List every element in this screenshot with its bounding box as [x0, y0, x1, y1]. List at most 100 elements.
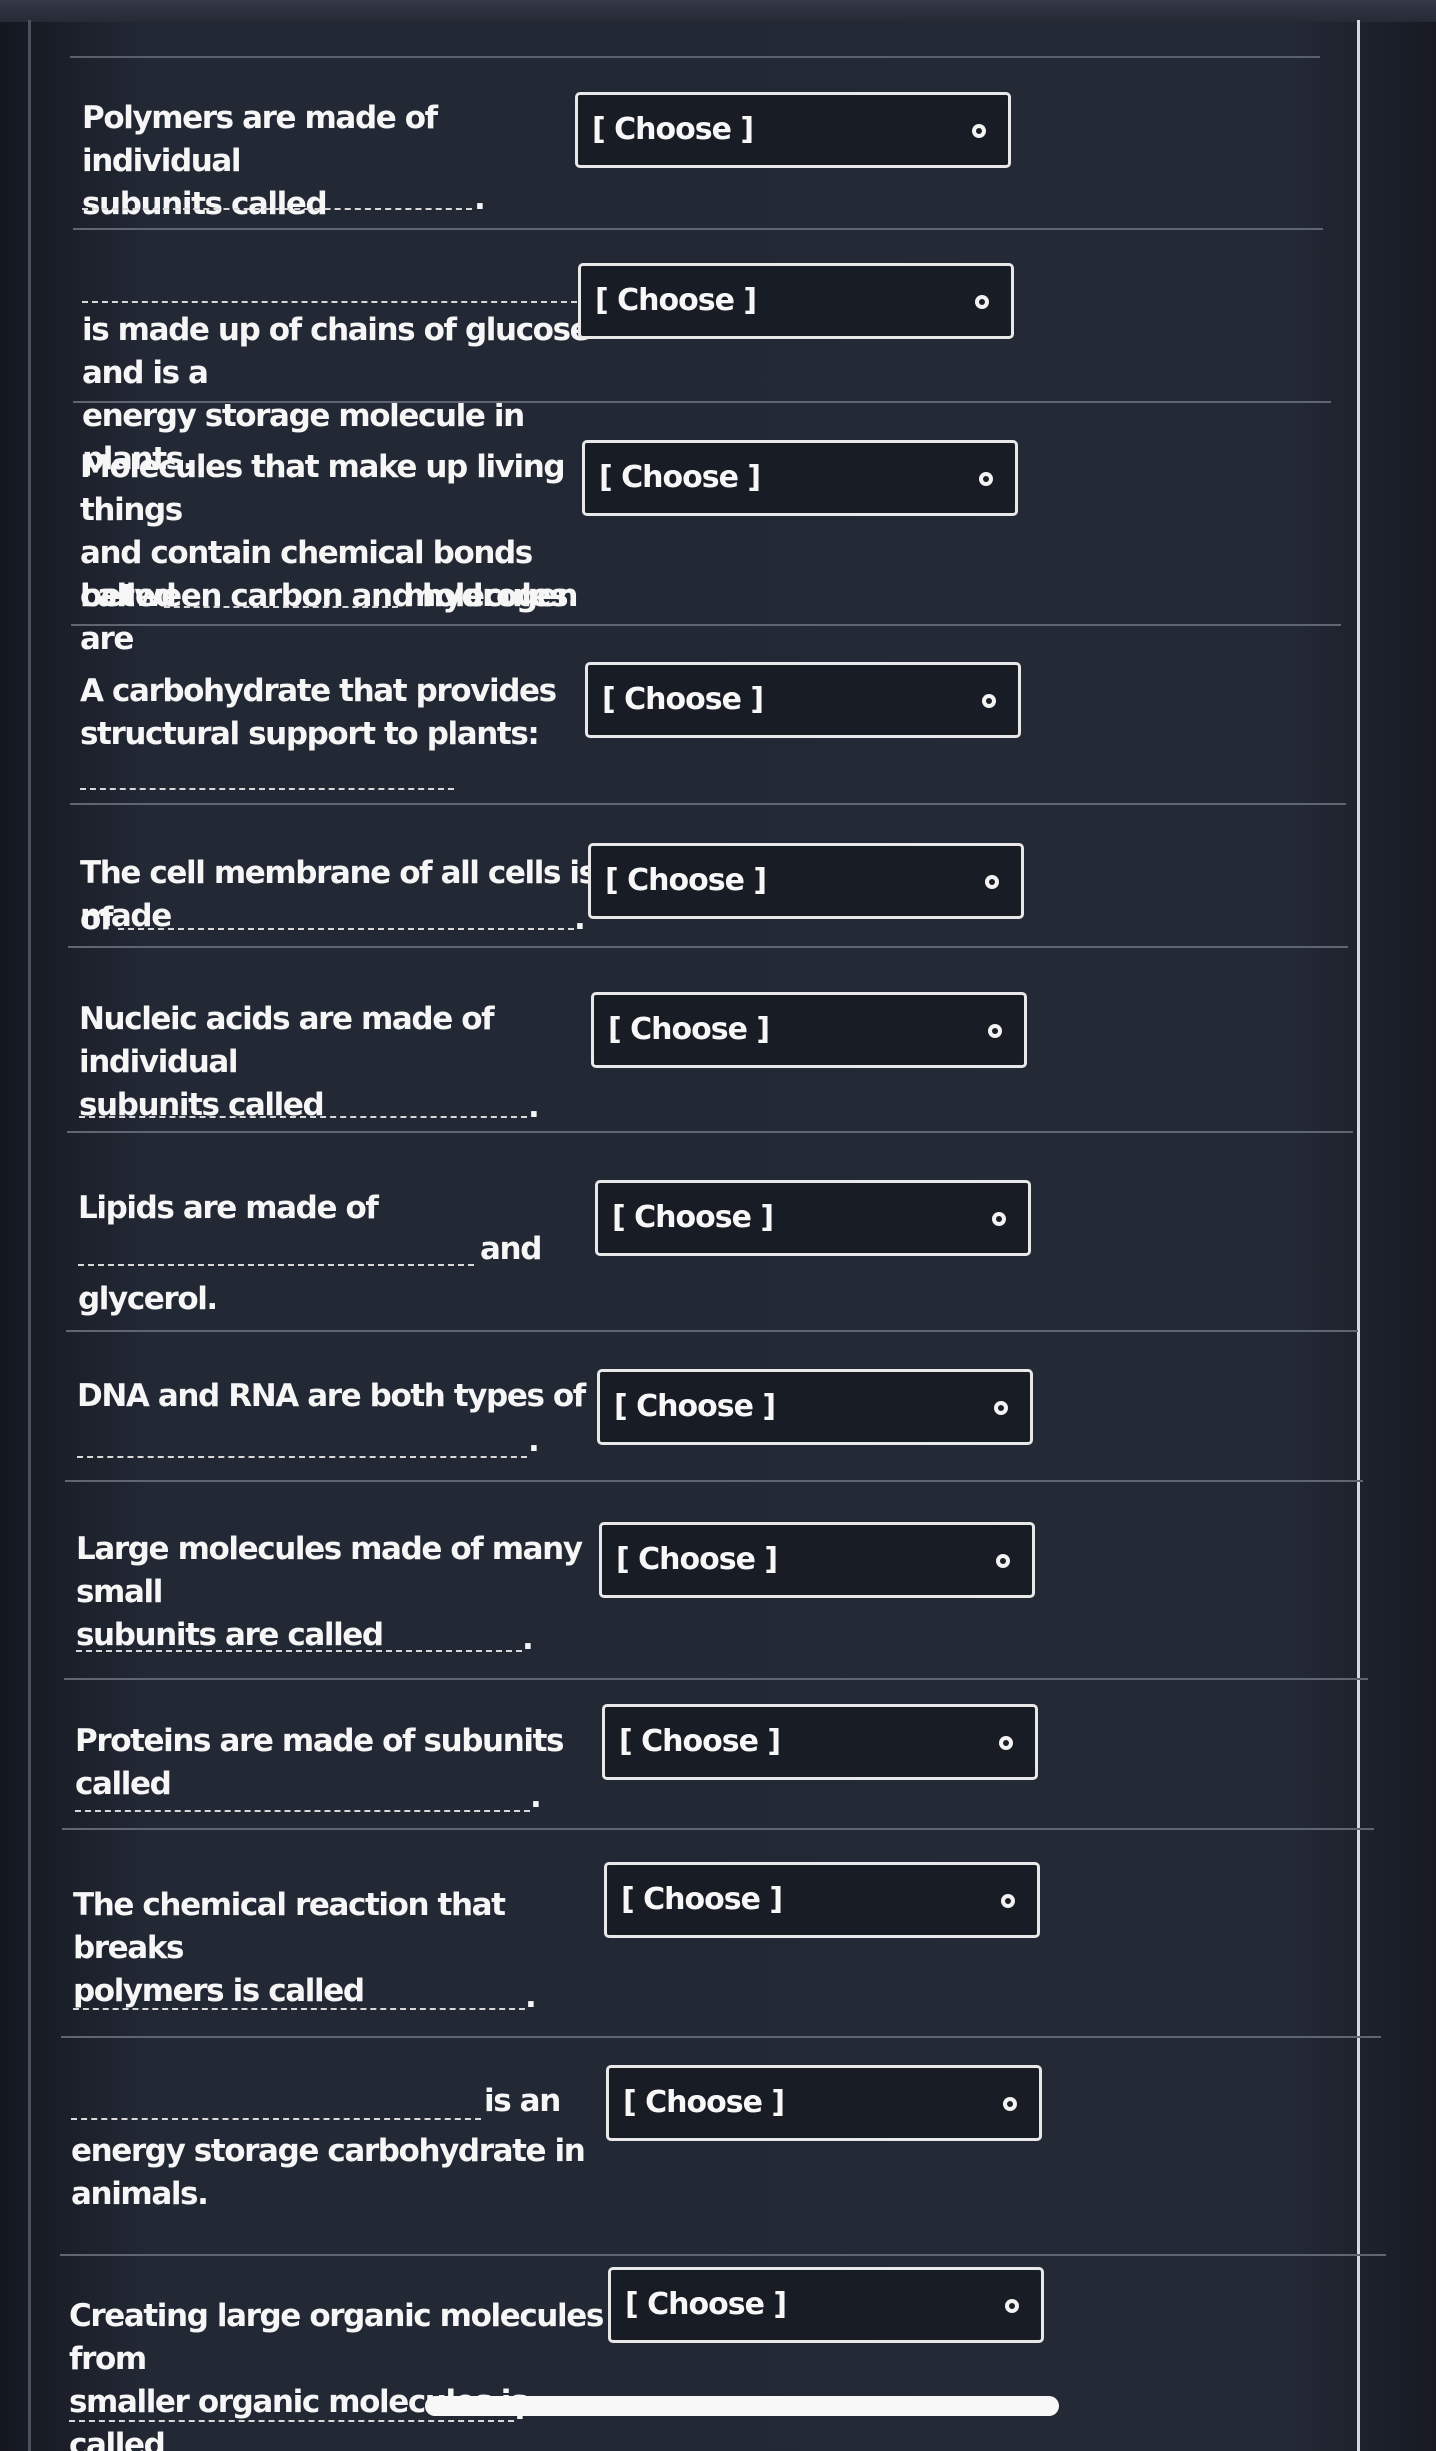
answer-blank-6 — [79, 1116, 527, 1118]
question-11-line-1: The chemical reaction that breaks — [73, 1887, 506, 1966]
select-placeholder: [ Choose ] — [608, 1012, 770, 1047]
answer-blank-5 — [118, 928, 574, 930]
answer-blank-10 — [75, 1810, 530, 1812]
question-12-text: energy storage carbohydrate in animals. — [71, 2130, 591, 2216]
question-5-of: of — [80, 901, 113, 937]
answer-blank-8 — [77, 1456, 527, 1458]
dropdown-arrow-icon — [988, 1024, 1002, 1038]
question-13-line-1: Creating large organic molecules from — [69, 2298, 604, 2377]
select-placeholder: [ Choose ] — [602, 682, 764, 717]
select-placeholder: [ Choose ] — [619, 1724, 781, 1759]
question-9-line-1: Large molecules made of many small — [76, 1531, 583, 1610]
question-1-line-2: subunits called — [82, 186, 328, 222]
dropdown-arrow-icon — [975, 295, 989, 309]
answer-select-7[interactable]: [ Choose ] — [595, 1180, 1031, 1256]
select-placeholder: [ Choose ] — [621, 1882, 783, 1917]
dropdown-arrow-icon — [985, 875, 999, 889]
answer-select-13[interactable]: [ Choose ] — [608, 2267, 1044, 2343]
answer-select-4[interactable]: [ Choose ] — [585, 662, 1021, 738]
question-separator — [62, 1828, 1374, 1830]
question-7-glycerol: glycerol. — [78, 1281, 218, 1317]
question-11-period: . — [525, 1979, 537, 2015]
dropdown-arrow-icon — [992, 1212, 1006, 1226]
answer-select-11[interactable]: [ Choose ] — [604, 1862, 1040, 1938]
answer-blank-9 — [76, 1650, 522, 1652]
select-placeholder: [ Choose ] — [616, 1542, 778, 1577]
answer-select-1[interactable]: [ Choose ] — [575, 92, 1011, 168]
question-separator — [65, 1480, 1363, 1482]
select-placeholder: [ Choose ] — [605, 863, 767, 898]
question-5-line-1: The cell membrane of all cells is made — [80, 855, 597, 934]
question-separator — [66, 1330, 1358, 1332]
answer-blank-4 — [80, 788, 454, 790]
question-separator — [64, 1678, 1368, 1680]
answer-blank-1 — [82, 208, 472, 210]
dropdown-arrow-icon — [994, 1401, 1008, 1415]
question-8-line-1: DNA and RNA are both types of — [77, 1378, 586, 1414]
select-placeholder: [ Choose ] — [595, 283, 757, 318]
question-13-text: Creating large organic molecules from sm… — [69, 2295, 629, 2451]
question-5-text: The cell membrane of all cells is made — [80, 852, 620, 938]
dropdown-arrow-icon — [972, 124, 986, 138]
top-divider — [70, 56, 1320, 58]
question-12-is-an: is an — [484, 2083, 561, 2119]
question-separator — [73, 401, 1331, 403]
question-13-line-2: smaller organic molecules is called — [69, 2384, 528, 2451]
question-separator — [60, 2254, 1386, 2256]
question-11-line-2: polymers is called — [73, 1973, 365, 2009]
question-9-line-2: subunits are called — [76, 1617, 384, 1653]
answer-select-3[interactable]: [ Choose ] — [582, 440, 1018, 516]
answer-select-12[interactable]: [ Choose ] — [606, 2065, 1042, 2141]
answer-blank-3 — [164, 606, 398, 608]
answer-blank-12 — [71, 2118, 481, 2120]
answer-blank-13 — [69, 2420, 514, 2422]
question-1-text: Polymers are made of individual subunits… — [82, 97, 602, 226]
dropdown-arrow-icon — [979, 472, 993, 486]
answer-select-2[interactable]: [ Choose ] — [578, 263, 1014, 339]
home-indicator-bar — [425, 2396, 1059, 2416]
answer-blank-7 — [78, 1264, 474, 1266]
question-2-line-1: is made up of chains of glucose and is a — [82, 312, 591, 391]
select-placeholder: [ Choose ] — [614, 1389, 776, 1424]
answer-blank-2 — [82, 301, 577, 303]
select-placeholder: [ Choose ] — [612, 1200, 774, 1235]
question-3-text: Molecules that make up living things and… — [80, 446, 600, 661]
question-1-period: . — [474, 181, 486, 217]
question-1-line-1: Polymers are made of individual — [82, 100, 438, 179]
question-8-period: . — [528, 1423, 540, 1459]
answer-select-9[interactable]: [ Choose ] — [599, 1522, 1035, 1598]
quiz-screen: Polymers are made of individual subunits… — [0, 0, 1436, 2451]
answer-select-8[interactable]: [ Choose ] — [597, 1369, 1033, 1445]
right-border — [1357, 20, 1360, 2451]
question-separator — [70, 803, 1346, 805]
left-border — [28, 20, 31, 2451]
question-separator — [71, 624, 1341, 626]
dropdown-arrow-icon — [996, 1554, 1010, 1568]
question-11-text: The chemical reaction that breaks polyme… — [73, 1884, 593, 2013]
question-4-line-1: A carbohydrate that provides — [80, 673, 557, 709]
question-10-period: . — [530, 1779, 542, 1815]
question-3-line-2: and contain chemical bonds — [80, 535, 533, 571]
dropdown-arrow-icon — [1005, 2299, 1019, 2313]
question-12-line-1: energy storage carbohydrate in — [71, 2133, 586, 2169]
question-6-line-1: Nucleic acids are made of individual — [79, 1001, 495, 1080]
question-7-text: Lipids are made of — [78, 1187, 598, 1230]
dropdown-arrow-icon — [982, 694, 996, 708]
question-3-called: called — [80, 578, 177, 614]
dropdown-arrow-icon — [1001, 1894, 1015, 1908]
question-12-line-2: animals. — [71, 2176, 209, 2212]
select-placeholder: [ Choose ] — [599, 460, 761, 495]
question-13: Creating large organic molecules from sm… — [0, 0, 1436, 2451]
question-4-text: A carbohydrate that provides structural … — [80, 670, 600, 756]
dropdown-arrow-icon — [999, 1736, 1013, 1750]
question-10-line-1: Proteins are made of subunits called — [75, 1723, 564, 1802]
answer-select-5[interactable]: [ Choose ] — [588, 843, 1024, 919]
select-placeholder: [ Choose ] — [625, 2287, 787, 2322]
answer-select-6[interactable]: [ Choose ] — [591, 992, 1027, 1068]
question-8-text: DNA and RNA are both types of — [77, 1375, 597, 1418]
select-placeholder: [ Choose ] — [623, 2085, 785, 2120]
answer-select-10[interactable]: [ Choose ] — [602, 1704, 1038, 1780]
question-3-molecules: molecules. — [404, 578, 579, 614]
question-7-line-1: Lipids are made of — [78, 1190, 379, 1226]
question-9-period: . — [522, 1621, 534, 1657]
